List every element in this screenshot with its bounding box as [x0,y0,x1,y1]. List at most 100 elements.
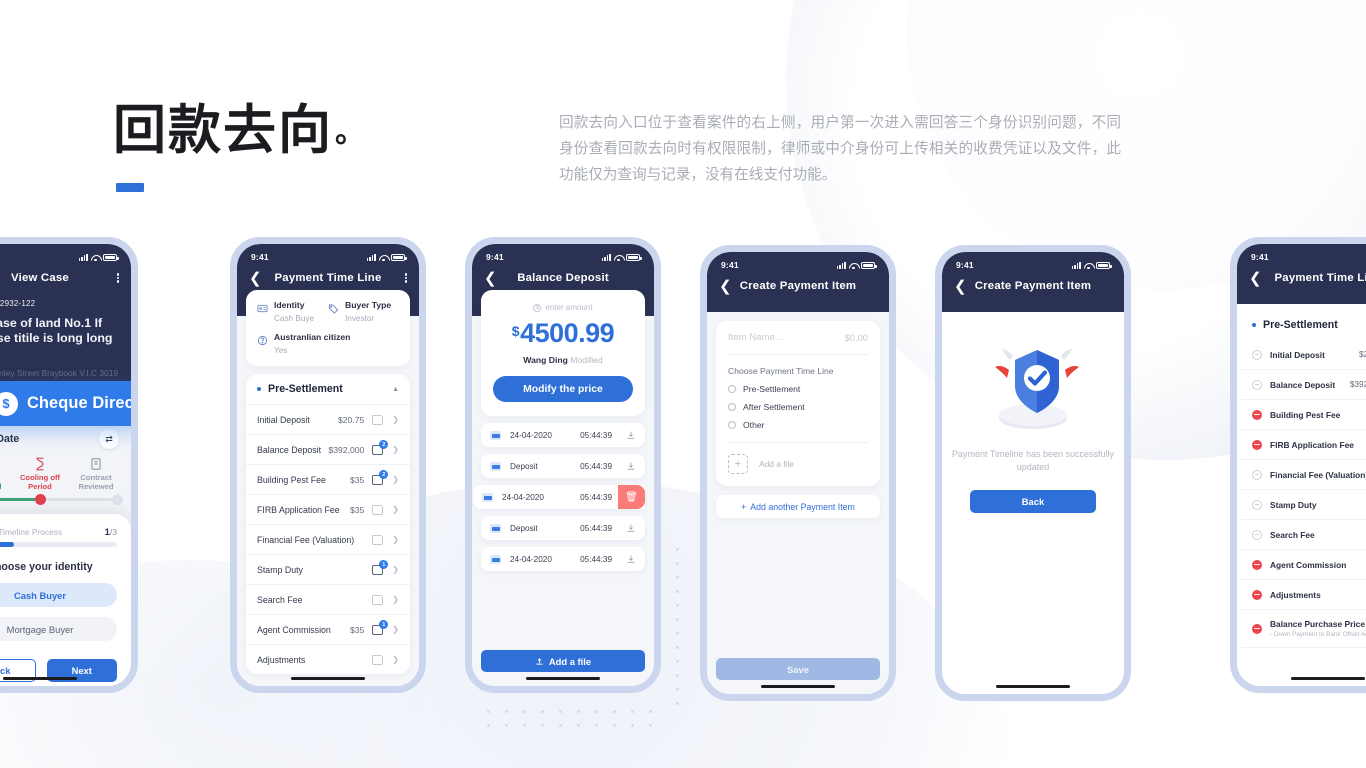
folder-icon[interactable] [372,414,385,425]
file-row[interactable]: Deposit 05:44:39 [481,454,645,478]
delete-icon[interactable]: 🗑 [618,485,645,509]
timeline-step[interactable]: Cooling off Period [13,457,67,491]
timeline-step-label: Cooling off Period [19,473,61,491]
swap-vertical-icon[interactable]: ⇄ [99,429,119,449]
identity-bottom-sheet: Payment Timeline Process 1/3 Choose your… [0,514,131,686]
payment-item-row[interactable]: Search Fee ❯ [246,584,410,614]
payment-item-row[interactable]: Agent Commission $35 1 ❯ [246,614,410,644]
chevron-right-icon[interactable]: ❯ [392,595,399,604]
cellular-icon [78,253,88,261]
payment-status-row[interactable]: Financial Fee (Valuation) [1241,460,1366,490]
folder-icon[interactable] [372,504,385,515]
folder-icon[interactable]: 1 [372,620,389,635]
payment-status-row[interactable]: Building Pest Fee$352 [1241,400,1366,430]
add-another-item-button[interactable]: + Add another Payment Item [716,495,880,518]
case-timeline-steps: Contract Reviewed Cooling off Period Con… [0,455,131,491]
folder-icon[interactable]: 1 [372,560,389,575]
payment-status-row[interactable]: FIRB Application Fee$35 [1241,430,1366,460]
modify-price-button[interactable]: Modify the price [493,376,633,402]
download-icon[interactable] [626,523,636,533]
add-file-dropzone[interactable]: + Add a file [728,454,868,474]
download-icon[interactable] [626,430,636,440]
file-row[interactable]: Deposit 05:44:39 [481,516,645,540]
timeline-step[interactable]: Contract Reviewed [69,457,123,491]
add-file-button[interactable]: Add a file [481,650,645,672]
payment-item-row[interactable]: Balance Deposit $392,000 2 ❯ [246,434,410,464]
download-icon[interactable] [626,554,636,564]
phone2-nav-row: ❮ Payment Time Line [237,262,419,288]
phone3-body: $ enter amount $4500.99 Wang Ding Modifi… [472,290,654,571]
identity-option-cash-buyer[interactable]: Cash Buyer [0,583,117,607]
payment-status-row[interactable]: Search Fee [1241,520,1366,550]
progress-bar [0,542,117,547]
dot [613,724,616,727]
radio-option-other[interactable]: Other [728,420,868,430]
payment-item-row[interactable]: Financial Fee (Valuation) ❯ [246,524,410,554]
back-button[interactable]: ❮ [954,279,967,294]
payment-item-name: Agent Commission [1270,559,1347,570]
back-button[interactable]: Back [970,490,1096,513]
folder-icon[interactable] [372,594,385,605]
file-row[interactable]: 24-04-2020 05:44:39 [481,547,645,571]
back-button[interactable]: ❮ [249,271,262,286]
payment-status-row[interactable]: Adjustments [1241,580,1366,610]
file-row[interactable]: 24-04-2020 05:44:39 [481,423,645,447]
folder-icon[interactable]: 2 [372,470,389,485]
back-button[interactable]: ❮ [484,271,497,286]
payment-status-row[interactable]: Balance Purchase Price - Down Payment to … [1241,610,1366,648]
payment-status-row[interactable]: Agent Commission$351 [1241,550,1366,580]
image-file-icon [482,492,493,502]
process-label: Payment Timeline Process [0,526,63,537]
add-file-label: Add a file [759,459,794,469]
payment-item-row[interactable]: Stamp Duty 1 ❯ [246,554,410,584]
cheque-direction-pill[interactable]: $ Cheque Direction ? [0,381,131,426]
payment-item-row[interactable]: Building Pest Fee $35 2 ❯ [246,464,410,494]
payment-status-row[interactable]: Balance Deposit$392,0002 [1241,370,1366,400]
chevron-right-icon[interactable]: ❯ [392,565,399,574]
chevron-right-icon[interactable]: ❯ [392,625,399,634]
payment-item-row[interactable]: Initial Deposit $20.75 ❯ [246,404,410,434]
payment-status-row[interactable]: Stamp Duty1 [1241,490,1366,520]
item-name-input[interactable]: Item Name... [728,332,845,343]
chevron-up-icon[interactable]: ▲ [392,386,399,393]
back-button[interactable]: ❮ [719,279,732,294]
item-amount-input[interactable]: $0.00 [845,332,868,343]
document-icon [89,457,103,471]
chevron-right-icon[interactable]: ❯ [392,535,399,544]
radio-option-after-settlement[interactable]: After Settlement [728,402,868,412]
folder-icon[interactable] [372,534,385,545]
dot [559,710,562,713]
hourglass-icon [33,457,47,471]
timeline-step[interactable]: Contract Reviewed [0,457,11,491]
wifi-icon [614,254,623,261]
success-content: Payment Timeline has been successfully u… [942,312,1124,513]
image-file-icon [490,554,501,564]
chevron-right-icon[interactable]: ❯ [392,475,399,484]
payment-status-row[interactable]: Initial Deposit $20.75 [1241,340,1366,370]
dot [631,724,634,727]
chevron-right-icon[interactable]: ❯ [392,505,399,514]
chevron-right-icon[interactable]: ❯ [392,415,399,424]
payment-item-row[interactable]: FIRB Application Fee $35 ❯ [246,494,410,524]
more-menu-button[interactable] [404,272,407,284]
file-row[interactable]: 24-04-2020 05:44:39 🗑 [473,485,645,509]
folder-icon[interactable] [372,654,385,665]
payment-item-row[interactable]: Adjustments ❯ [246,644,410,674]
more-menu-button[interactable] [116,272,119,284]
wifi-icon [1084,262,1093,269]
cellular-icon [366,253,376,261]
save-button[interactable]: Save [716,658,880,680]
phone6-screen: 9:41 ❮ Payment Time Line Pre-Settleme [1237,244,1366,686]
dot [649,724,652,727]
folder-icon[interactable]: 2 [372,440,389,455]
radio-option-pre-settlement[interactable]: Pre-Settlement [728,384,868,394]
status-time: 9:41 [486,252,504,262]
identity-option-mortgage-buyer[interactable]: Mortgage Buyer [0,617,117,641]
chevron-right-icon[interactable]: ❯ [392,445,399,454]
status-icons [601,253,642,261]
section-pre-settlement[interactable]: Pre-Settlement ▲ [246,374,410,404]
chevron-right-icon[interactable]: ❯ [392,655,399,664]
back-button[interactable]: ❮ [1249,271,1262,286]
section-pre-settlement[interactable]: Pre-Settlement ▲ [1241,310,1366,340]
download-icon[interactable] [626,461,636,471]
